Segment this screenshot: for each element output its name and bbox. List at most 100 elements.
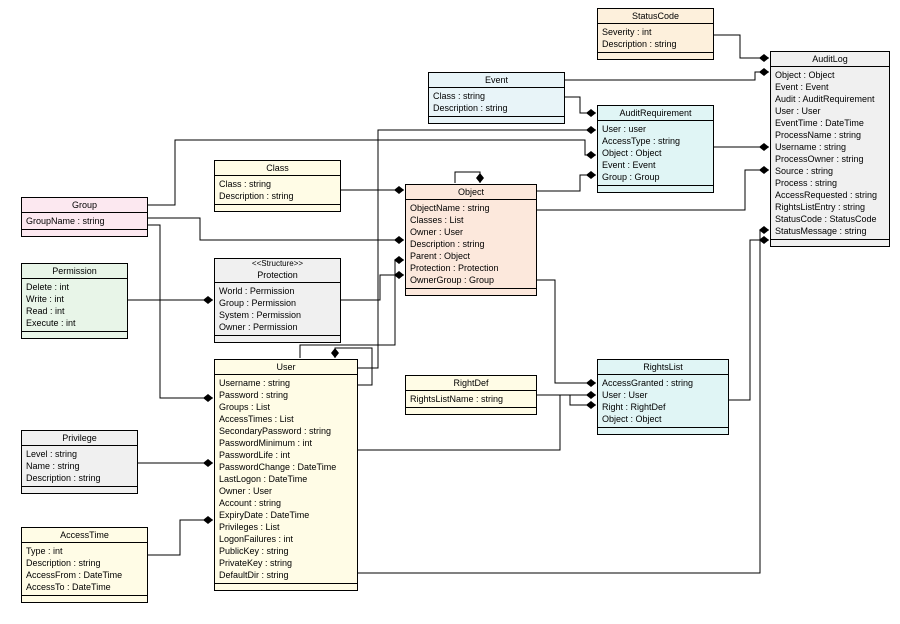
class-attribute: Password : string (219, 389, 353, 401)
class-title: RightsList (598, 360, 728, 375)
class-attribute: Protection : Protection (410, 262, 532, 274)
class-title: Protection (215, 268, 340, 283)
class-object[interactable]: Object ObjectName : stringClasses : List… (405, 184, 537, 296)
class-attribute: SecondaryPassword : string (219, 425, 353, 437)
class-attribute: Owner : User (410, 226, 532, 238)
class-attrs: Type : intDescription : stringAccessFrom… (22, 543, 147, 595)
class-title: Group (22, 198, 147, 213)
class-attribute: Level : string (26, 448, 133, 460)
class-attribute: AccessRequested : string (775, 189, 885, 201)
class-title: User (215, 360, 357, 375)
class-privilege[interactable]: Privilege Level : stringName : stringDes… (21, 430, 138, 494)
class-attribute: StatusCode : StatusCode (775, 213, 885, 225)
class-attribute: Event : Event (602, 159, 709, 171)
class-class[interactable]: Class Class : stringDescription : string (214, 160, 341, 212)
class-attribute: AccessFrom : DateTime (26, 569, 143, 581)
class-statuscode[interactable]: StatusCode Severity : intDescription : s… (597, 8, 714, 60)
class-attribute: Owner : Permission (219, 321, 336, 333)
class-attribute: Description : string (433, 102, 560, 114)
class-title: Event (429, 73, 564, 88)
class-attribute: Privileges : List (219, 521, 353, 533)
class-title: AuditLog (771, 52, 889, 67)
class-permission[interactable]: Permission Delete : intWrite : intRead :… (21, 263, 128, 339)
class-attribute: Object : Object (775, 69, 885, 81)
class-attribute: OwnerGroup : Group (410, 274, 532, 286)
class-attribute: Description : string (410, 238, 532, 250)
class-attribute: PublicKey : string (219, 545, 353, 557)
class-attribute: Object : Object (602, 147, 709, 159)
class-protection[interactable]: <<Structure>> Protection World : Permiss… (214, 258, 341, 343)
class-attribute: LogonFailures : int (219, 533, 353, 545)
class-attrs: User : userAccessType : stringObject : O… (598, 121, 713, 185)
class-attribute: LastLogon : DateTime (219, 473, 353, 485)
class-title: Class (215, 161, 340, 176)
class-attribute: Username : string (219, 377, 353, 389)
class-attrs: Delete : intWrite : intRead : intExecute… (22, 279, 127, 331)
class-attribute: Description : string (602, 38, 709, 50)
class-attrs: AccessGranted : stringUser : UserRight :… (598, 375, 728, 427)
class-attribute: Class : string (433, 90, 560, 102)
class-attribute: User : User (775, 105, 885, 117)
class-attrs: Object : ObjectEvent : EventAudit : Audi… (771, 67, 889, 239)
class-event[interactable]: Event Class : stringDescription : string (428, 72, 565, 124)
class-auditlog[interactable]: AuditLog Object : ObjectEvent : EventAud… (770, 51, 890, 247)
class-title: Privilege (22, 431, 137, 446)
class-attrs: Class : stringDescription : string (429, 88, 564, 116)
class-attribute: ExpiryDate : DateTime (219, 509, 353, 521)
class-attribute: Classes : List (410, 214, 532, 226)
class-attrs: Severity : intDescription : string (598, 24, 713, 52)
class-attrs: RightsListName : string (406, 391, 536, 407)
class-attribute: Group : Permission (219, 297, 336, 309)
class-attrs: GroupName : string (22, 213, 147, 229)
class-attribute: AccessTo : DateTime (26, 581, 143, 593)
class-attribute: DefaultDir : string (219, 569, 353, 581)
class-attrs: ObjectName : stringClasses : ListOwner :… (406, 200, 536, 288)
class-attribute: Type : int (26, 545, 143, 557)
class-attribute: PrivateKey : string (219, 557, 353, 569)
class-attribute: StatusMessage : string (775, 225, 885, 237)
class-attribute: RightsListName : string (410, 393, 532, 405)
class-attribute: User : User (602, 389, 724, 401)
class-attribute: Name : string (26, 460, 133, 472)
class-accesstime[interactable]: AccessTime Type : intDescription : strin… (21, 527, 148, 603)
class-title: StatusCode (598, 9, 713, 24)
class-attribute: Groups : List (219, 401, 353, 413)
class-attribute: Username : string (775, 141, 885, 153)
class-attribute: Event : Event (775, 81, 885, 93)
class-attribute: EventTime : DateTime (775, 117, 885, 129)
class-attribute: Description : string (26, 472, 133, 484)
class-title: AuditRequirement (598, 106, 713, 121)
class-title: Object (406, 185, 536, 200)
class-attribute: RightsListEntry : string (775, 201, 885, 213)
class-attribute: ProcessName : string (775, 129, 885, 141)
class-attribute: Read : int (26, 305, 123, 317)
class-attrs: Level : stringName : stringDescription :… (22, 446, 137, 486)
class-stereotype: <<Structure>> (215, 259, 340, 268)
class-attrs: Class : stringDescription : string (215, 176, 340, 204)
class-attribute: Owner : User (219, 485, 353, 497)
class-attrs: Username : stringPassword : stringGroups… (215, 375, 357, 583)
class-attribute: PasswordLife : int (219, 449, 353, 461)
class-title: RightDef (406, 376, 536, 391)
class-attribute: Process : string (775, 177, 885, 189)
class-attribute: Group : Group (602, 171, 709, 183)
class-attribute: GroupName : string (26, 215, 143, 227)
class-attribute: User : user (602, 123, 709, 135)
class-rightslist[interactable]: RightsList AccessGranted : stringUser : … (597, 359, 729, 435)
class-attribute: Delete : int (26, 281, 123, 293)
class-attribute: Write : int (26, 293, 123, 305)
class-attribute: Description : string (219, 190, 336, 202)
class-attribute: Object : Object (602, 413, 724, 425)
class-attrs: World : PermissionGroup : PermissionSyst… (215, 283, 340, 335)
class-attribute: ProcessOwner : string (775, 153, 885, 165)
class-auditreq[interactable]: AuditRequirement User : userAccessType :… (597, 105, 714, 193)
class-attribute: PasswordChange : DateTime (219, 461, 353, 473)
class-attribute: World : Permission (219, 285, 336, 297)
class-attribute: Source : string (775, 165, 885, 177)
class-rightdef[interactable]: RightDef RightsListName : string (405, 375, 537, 415)
class-attribute: Description : string (26, 557, 143, 569)
class-user[interactable]: User Username : stringPassword : stringG… (214, 359, 358, 591)
class-attribute: AccessType : string (602, 135, 709, 147)
class-attribute: AccessTimes : List (219, 413, 353, 425)
class-group[interactable]: Group GroupName : string (21, 197, 148, 237)
